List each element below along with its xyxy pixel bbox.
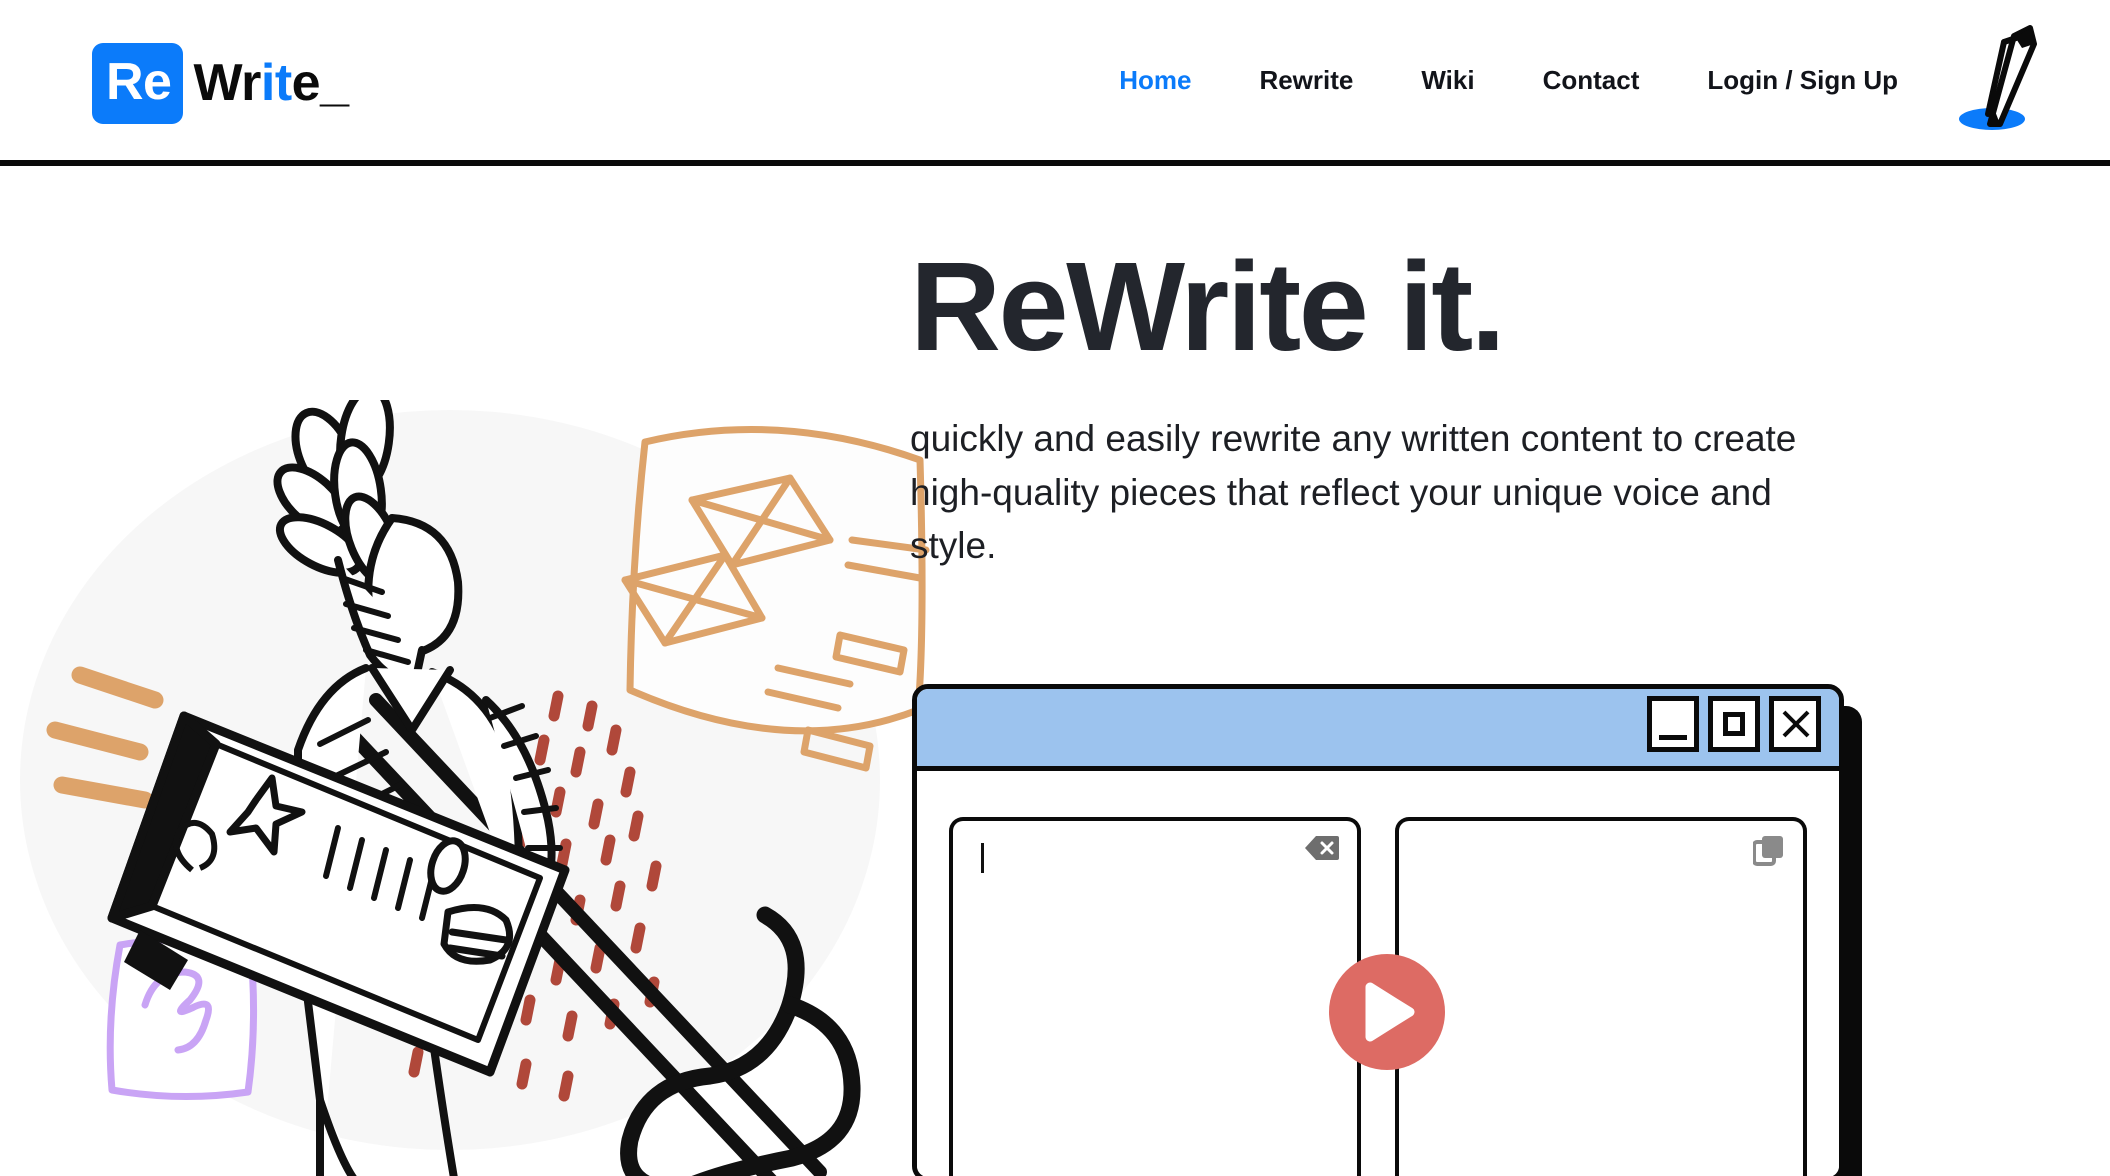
app-window-mockup <box>912 684 1862 1176</box>
nav-item-contact[interactable]: Contact <box>1509 55 1674 106</box>
logo-wordmark-part2: e <box>291 54 321 112</box>
minimize-icon <box>1659 734 1687 740</box>
nav-item-login-signup[interactable]: Login / Sign Up <box>1673 55 1932 106</box>
logo-rewrite[interactable]: Re Write_ <box>92 42 349 124</box>
copy-icon[interactable] <box>1752 835 1785 872</box>
nav-item-wiki[interactable]: Wiki <box>1387 55 1508 106</box>
play-triangle-icon <box>1365 982 1415 1042</box>
logo-wordmark-part1: Wr <box>193 54 261 112</box>
hero-section: ReWrite it. quickly and easily rewrite a… <box>910 244 1890 573</box>
logo-wordmark-accent: it <box>260 54 292 112</box>
play-video-button[interactable] <box>1329 954 1445 1070</box>
hero-subtitle: quickly and easily rewrite any written c… <box>910 418 1797 567</box>
output-textarea[interactable] <box>1395 817 1807 1176</box>
maximize-button[interactable] <box>1708 696 1760 752</box>
app-window <box>912 684 1844 1176</box>
site-header: Re Write_ Home Rewrite Wiki Contact Logi… <box>0 0 2110 166</box>
backspace-clear-icon[interactable] <box>1305 835 1339 866</box>
page-root: Re Write_ Home Rewrite Wiki Contact Logi… <box>0 0 2110 1176</box>
logo-cursor: _ <box>320 54 349 112</box>
maximize-icon <box>1723 712 1745 736</box>
window-controls <box>1647 696 1821 752</box>
writer-with-frame-illustration <box>20 384 1030 1176</box>
close-button[interactable] <box>1769 696 1821 752</box>
nav-item-home[interactable]: Home <box>1085 55 1225 106</box>
input-textarea[interactable] <box>949 817 1361 1176</box>
window-titlebar[interactable] <box>917 689 1839 771</box>
page-title: ReWrite it. <box>910 236 1506 377</box>
logo-badge: Re <box>92 42 184 124</box>
text-caret <box>981 843 984 873</box>
nav-item-rewrite[interactable]: Rewrite <box>1225 55 1387 106</box>
close-icon <box>1779 708 1811 740</box>
logo-wordmark: Write_ <box>193 53 349 113</box>
main-navigation: Home Rewrite Wiki Contact Login / Sign U… <box>1085 0 1932 160</box>
pen-icon <box>1942 18 2052 138</box>
minimize-button[interactable] <box>1647 696 1699 752</box>
